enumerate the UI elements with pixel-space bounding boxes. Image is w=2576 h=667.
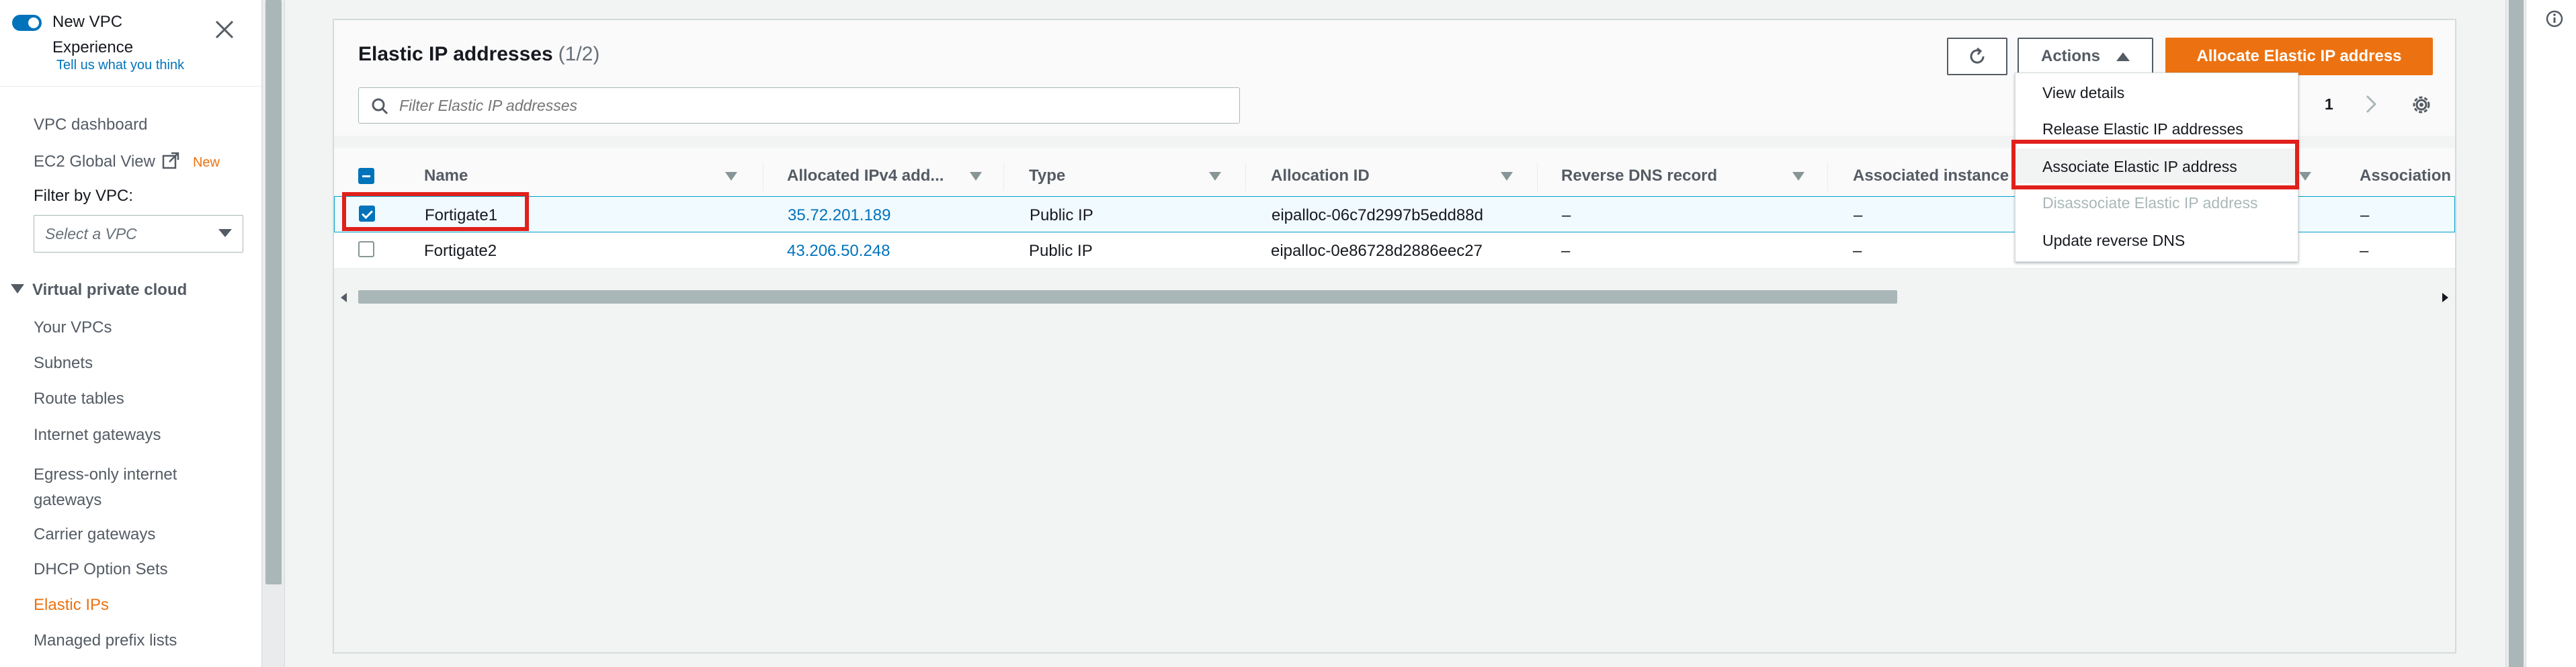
- cell-allocation-id: eipalloc-0e86728d2886eec27: [1271, 242, 1483, 260]
- gear-icon[interactable]: [2409, 93, 2434, 117]
- sidebar-item-elastic-ips[interactable]: Elastic IPs: [34, 596, 109, 615]
- sidebar-item-carrier-gateways[interactable]: Carrier gateways: [34, 525, 155, 544]
- column-header-associated-instance[interactable]: Associated instance: [1853, 167, 2009, 185]
- toggle-knob: [28, 17, 39, 28]
- cell-associated-instance: –: [1853, 242, 1862, 260]
- sidebar-item-subnets[interactable]: Subnets: [34, 354, 93, 373]
- column-header-association[interactable]: Association: [2360, 167, 2451, 185]
- info-icon[interactable]: [2545, 9, 2564, 28]
- page-title-text: Elastic IP addresses: [358, 43, 553, 65]
- current-page-number[interactable]: 1: [2325, 95, 2333, 114]
- cell-reverse-dns: –: [1562, 206, 1571, 224]
- column-header-allocated-ipv4[interactable]: Allocated IPv4 add...: [787, 167, 944, 185]
- horizontal-scrollbar-thumb[interactable]: [358, 290, 1897, 304]
- sidebar-item-ec2-global-view[interactable]: EC2 Global View New: [34, 152, 220, 171]
- select-all-checkbox[interactable]: [358, 168, 374, 184]
- new-badge: New: [192, 155, 220, 170]
- column-separator[interactable]: [1003, 163, 1004, 191]
- column-header-allocation-id[interactable]: Allocation ID: [1271, 167, 1370, 185]
- cell-ip-link[interactable]: 35.72.201.189: [788, 206, 890, 225]
- search-icon: [372, 98, 388, 115]
- sort-icon[interactable]: [1501, 172, 1513, 181]
- sidebar-item-managed-prefix-lists[interactable]: Managed prefix lists: [34, 631, 177, 650]
- refresh-button[interactable]: [1947, 38, 2007, 75]
- menu-item-disassociate-elastic-ip: Disassociate Elastic IP address: [2042, 194, 2258, 212]
- column-header-type[interactable]: Type: [1029, 167, 1065, 185]
- cell-allocation-id: eipalloc-06c7d2997b5edd88d: [1272, 206, 1483, 224]
- cell-type: Public IP: [1029, 242, 1093, 260]
- cell-associated-instance: –: [1854, 206, 1863, 224]
- section-title: Virtual private cloud: [32, 281, 188, 299]
- column-header-reverse-dns[interactable]: Reverse DNS record: [1561, 167, 1717, 185]
- annotation-highlight-associate: [2011, 140, 2299, 189]
- menu-item-update-reverse-dns[interactable]: Update reverse DNS: [2042, 232, 2185, 250]
- table-horizontal-scrollbar[interactable]: [334, 287, 2455, 306]
- caret-up-icon: [2116, 52, 2130, 61]
- menu-item-release-elastic-ip[interactable]: Release Elastic IP addresses: [2042, 120, 2243, 138]
- sidebar-item-your-vpcs[interactable]: Your VPCs: [34, 318, 112, 337]
- cell-association: –: [2360, 206, 2370, 224]
- sort-icon[interactable]: [1792, 172, 1804, 181]
- scroll-left-arrow-icon[interactable]: [341, 293, 347, 302]
- column-separator[interactable]: [1537, 163, 1538, 191]
- page-scrollbar-thumb[interactable]: [2509, 0, 2524, 667]
- sidebar-item-internet-gateways[interactable]: Internet gateways: [34, 426, 161, 445]
- feedback-link[interactable]: Tell us what you think: [56, 58, 184, 73]
- sidebar-item-dhcp-option-sets[interactable]: DHCP Option Sets: [34, 560, 168, 579]
- new-vpc-experience-title: New VPC Experience: [52, 13, 134, 56]
- cell-ip-link[interactable]: 43.206.50.248: [787, 242, 890, 261]
- column-header-name[interactable]: Name: [424, 167, 468, 185]
- sort-icon[interactable]: [970, 172, 982, 181]
- new-vpc-experience-toggle[interactable]: [12, 15, 42, 31]
- allocate-elastic-ip-button[interactable]: Allocate Elastic IP address: [2165, 38, 2433, 75]
- chevron-down-icon: [218, 229, 232, 237]
- annotation-highlight-fortigate1: [342, 192, 529, 231]
- vpc-filter-select[interactable]: Select a VPC: [34, 215, 243, 253]
- help-panel-rail: [2526, 0, 2576, 667]
- sidebar-divider: [0, 86, 261, 87]
- sidebar-scrollbar-thumb[interactable]: [265, 0, 282, 584]
- sidebar-item-vpc-dashboard[interactable]: VPC dashboard: [34, 116, 147, 134]
- row-checkbox[interactable]: [358, 241, 374, 257]
- caret-down-icon: [11, 284, 24, 294]
- menu-item-view-details[interactable]: View details: [2042, 84, 2124, 102]
- actions-label: Actions: [2040, 47, 2100, 65]
- column-separator[interactable]: [1245, 163, 1246, 191]
- sort-icon[interactable]: [2299, 172, 2311, 181]
- actions-button[interactable]: Actions: [2018, 38, 2153, 75]
- page-scrollbar[interactable]: [2505, 0, 2526, 667]
- sort-icon[interactable]: [725, 172, 737, 181]
- close-icon[interactable]: [212, 17, 237, 42]
- sidebar: New VPC Experience Tell us what you thin…: [0, 0, 262, 667]
- selection-count: (1/2): [558, 43, 600, 65]
- page-title: Elastic IP addresses (1/2): [358, 43, 599, 66]
- refresh-icon: [1970, 47, 1985, 64]
- sidebar-item-egress-only-internet-gateways[interactable]: Egress-only internet gateways: [34, 462, 215, 513]
- cell-reverse-dns: –: [1561, 242, 1571, 260]
- scroll-right-arrow-icon[interactable]: [2442, 293, 2448, 302]
- search-input[interactable]: [399, 93, 1206, 118]
- filter-by-vpc-label: Filter by VPC:: [34, 187, 134, 205]
- section-virtual-private-cloud[interactable]: Virtual private cloud: [11, 281, 187, 300]
- sidebar-item-route-tables[interactable]: Route tables: [34, 390, 124, 408]
- column-separator[interactable]: [1827, 163, 1828, 191]
- chevron-right-icon[interactable]: [2361, 93, 2381, 116]
- external-link-icon: [162, 152, 179, 169]
- cell-name: Fortigate2: [424, 242, 497, 260]
- cell-type: Public IP: [1030, 206, 1093, 224]
- vpc-filter-placeholder: Select a VPC: [45, 225, 137, 242]
- filter-search[interactable]: [358, 87, 1240, 124]
- cell-association: –: [2360, 242, 2369, 260]
- sidebar-item-label: EC2 Global View: [34, 152, 155, 171]
- sidebar-scrollbar[interactable]: [262, 0, 285, 667]
- sort-icon[interactable]: [1209, 172, 1221, 181]
